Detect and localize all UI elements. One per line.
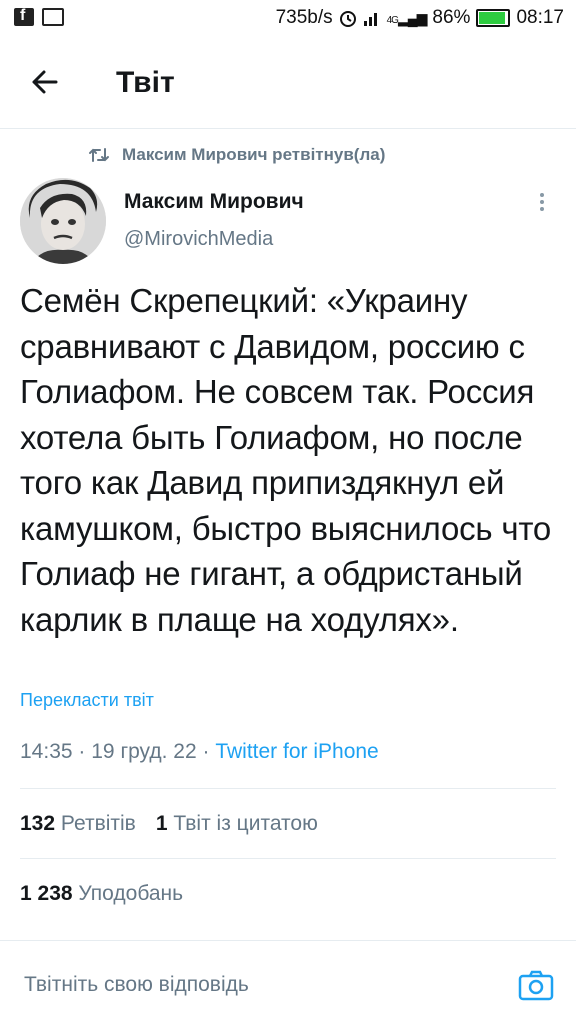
back-button[interactable] [26, 62, 66, 102]
more-options-button[interactable] [530, 190, 554, 218]
reply-input[interactable]: Твітніть свою відповідь [24, 973, 249, 997]
image-icon [42, 8, 64, 26]
battery-fill [479, 12, 506, 24]
quotes-label: Твіт із цитатою [173, 812, 318, 835]
battery-percent: 86% [432, 7, 471, 28]
alarm-icon [339, 11, 356, 27]
author-name[interactable]: Максим Мирович [124, 190, 304, 214]
retweets-label: Ретвітів [60, 812, 136, 835]
page-title: Твіт [116, 66, 175, 99]
arrow-left-icon [32, 70, 58, 94]
author-handle[interactable]: @MirovichMedia [124, 228, 273, 251]
translate-link[interactable]: Перекласти твіт [20, 690, 154, 711]
more-vertical-icon [530, 193, 554, 211]
retweeted-by-text: Максим Мирович ретвітнув(ла) [122, 145, 386, 164]
avatar[interactable] [20, 178, 106, 264]
divider [20, 858, 556, 859]
tweet-date: 19 груд. 22 [91, 740, 197, 763]
retweeted-by[interactable]: Максим Мирович ретвітнув(ла) [88, 145, 385, 165]
meta-separator: · [78, 740, 86, 763]
status-bar: 735b/s 4G▂▄▆ 86% 08:17 [0, 0, 576, 38]
retweets-stat[interactable]: 132 Ретвітів [20, 812, 136, 836]
camera-button[interactable] [518, 969, 554, 1001]
quotes-stat[interactable]: 1 Твіт із цитатою [156, 812, 318, 836]
divider [20, 788, 556, 789]
reply-bar: Твітніть свою відповідь [0, 940, 576, 1025]
network-speed: 735b/s [275, 7, 333, 28]
retweet-icon [89, 148, 109, 162]
tweet-stats: 132 Ретвітів 1 Твіт із цитатою [20, 812, 318, 836]
signal-icon [363, 13, 377, 26]
camera-icon [518, 970, 554, 1001]
likes-label: Уподобань [78, 882, 184, 905]
likes-stat[interactable]: 1 238 Уподобань [20, 882, 183, 906]
tweet-text: Семён Скрепецкий: «Украину сравнивают с … [20, 282, 552, 638]
clock: 08:17 [516, 7, 564, 28]
tweet-source-link[interactable]: Twitter for iPhone [215, 740, 378, 763]
meta-separator: · [202, 740, 210, 763]
tweet-time: 14:35 [20, 740, 73, 763]
battery-icon [476, 9, 511, 27]
quotes-count: 1 [155, 812, 168, 835]
likes-count: 1 238 [20, 882, 73, 905]
retweets-count: 132 [20, 812, 56, 835]
facebook-icon [14, 7, 34, 26]
signal-4g-icon: 4G▂▄▆ [386, 9, 428, 26]
header: Твіт [0, 38, 576, 129]
avatar-image [20, 178, 106, 264]
tweet-meta: 14:35 · 19 груд. 22 · Twitter for iPhone [20, 740, 379, 764]
